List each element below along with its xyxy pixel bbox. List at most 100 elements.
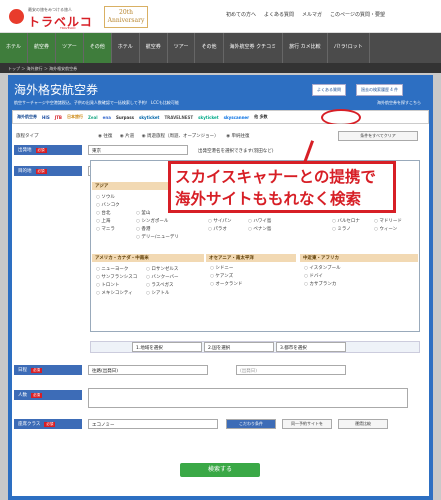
link-newsletter[interactable]: メルマガ — [302, 11, 322, 18]
right-link[interactable]: 海外航空券を探すこちら — [377, 100, 421, 106]
breadcrumb[interactable]: トップ ＞ 海外旅行 ＞ 海外格安航空券 — [0, 63, 441, 73]
city-losangeles[interactable]: ロサンゼルス — [146, 266, 202, 274]
history-button[interactable]: 過去の検索履歴 4 件 — [356, 84, 404, 96]
faq-button[interactable]: よくある質問 — [312, 84, 346, 96]
trip-oneway[interactable]: 片道 — [120, 133, 134, 139]
city-penang[interactable]: ペナン島 — [248, 226, 308, 234]
same-site-button[interactable]: 同一予約サイトを — [282, 419, 332, 429]
more-conditions-button[interactable]: こだわり条件 — [226, 419, 276, 429]
date-label: 日程 必須 — [14, 365, 82, 375]
partner-skyscanner: skyscanner — [223, 114, 250, 120]
city-toronto[interactable]: トロント — [96, 282, 148, 290]
city-sydney[interactable]: シドニー — [210, 265, 292, 273]
city-bangkok[interactable]: バンコク — [96, 202, 166, 210]
region-america-head[interactable]: アメリカ・カナダ・中南米 — [92, 254, 204, 262]
page-title: 海外格安航空券 — [14, 83, 99, 97]
passengers-label-text: 人数 — [18, 393, 27, 398]
city-sanfrancisco[interactable]: サンフランシスコ — [96, 274, 148, 282]
clear-button[interactable]: 条件をすべてクリア — [338, 131, 418, 141]
departure-input[interactable]: 東京 — [88, 145, 188, 155]
city-seoul[interactable]: ソウル — [96, 194, 166, 202]
outbound-date-input[interactable]: 往路(出発日) — [88, 365, 208, 375]
nav-reviews[interactable]: 海外航空券 クチコミ — [224, 33, 284, 63]
nav-air-domestic[interactable]: 航空券 — [28, 33, 57, 63]
passengers-selects[interactable] — [88, 388, 408, 408]
partner-travelnest: TRAVELNEST — [164, 114, 194, 120]
trip-roundtrip[interactable]: 往復 — [98, 133, 112, 139]
search-button[interactable]: 検索する — [180, 463, 260, 477]
seat-class-select[interactable]: エコノミー — [88, 419, 218, 429]
partner-label: 海外航空券 — [17, 114, 37, 119]
city-istanbul[interactable]: イスタンブール — [304, 265, 414, 273]
trip-multi[interactable]: 周遊旅程（周遊、オープンジョー） — [142, 133, 219, 139]
link-beginners[interactable]: 初めての方へ — [226, 11, 256, 18]
city-barcelona[interactable]: バルセロナ — [332, 218, 377, 226]
nav-other-intl[interactable]: その他 — [195, 33, 224, 63]
partner-skyticket2: skyticket — [198, 114, 219, 120]
link-feedback[interactable]: このページの質問・要望 — [330, 11, 385, 18]
city-newyork[interactable]: ニューヨーク — [96, 266, 148, 274]
city-casablanca[interactable]: カサブランカ — [304, 281, 414, 289]
area-select[interactable]: 1.地域を選択 — [132, 342, 202, 352]
city-delhi[interactable]: デリー/ニューデリ — [136, 234, 196, 242]
nav-tour-intl[interactable]: ツアー — [168, 33, 196, 63]
required-badge: 必須 — [31, 393, 42, 398]
city-lasvegas[interactable]: ラスベガス — [146, 282, 202, 290]
city-milan[interactable]: ミラノ — [332, 226, 377, 234]
page-subtitle: 航空サーチャージや空港諸税込、子供の出発人数確認で一括検索して予約！ LCCも比… — [14, 100, 179, 105]
partner-zeal: Zeal — [87, 114, 98, 120]
trip-type-options: 往復 片道 周遊旅程（周遊、オープンジョー） 単純往復 — [98, 133, 255, 139]
nav-air-intl[interactable]: 航空券 — [140, 33, 168, 63]
required-badge: 必須 — [35, 169, 47, 174]
city-vienna[interactable]: ウィーン — [374, 226, 419, 234]
america-col2: ロサンゼルス バンクーバー ラスベガス シアトル — [146, 266, 202, 298]
fare-compare-button[interactable]: 運賃比較 — [338, 419, 388, 429]
city-mexicocity[interactable]: メキシコシティ — [96, 290, 148, 298]
city-hongkong[interactable]: 香港 — [136, 226, 196, 234]
nav-hotel-intl[interactable]: ホテル — [112, 33, 140, 63]
region-oceania-head[interactable]: オセアニア・南太平洋 — [206, 254, 296, 262]
callout-line1: スカイスキャナーとの提携で — [175, 168, 376, 186]
city-seattle[interactable]: シアトル — [146, 290, 202, 298]
city-cairns[interactable]: ケアンズ — [210, 273, 292, 281]
destination-label-text: 目的地 — [18, 169, 32, 174]
partner-surpass: Surpass — [115, 114, 134, 120]
trip-type-label: 旅程タイプ — [16, 134, 39, 139]
city-hawaii[interactable]: ハワイ島 — [248, 218, 308, 226]
nav-lottery[interactable]: パ!ラ!ロット — [328, 33, 370, 63]
main-nav: ホテル 航空券 ツアー その他 ホテル 航空券 ツアー その他 海外航空券 クチ… — [0, 33, 441, 63]
partner-ena: ena — [102, 114, 111, 120]
nav-compare[interactable]: 旅行 カメ比較 — [283, 33, 328, 63]
partner-more: 他 多数 — [254, 114, 268, 119]
region-america: アメリカ・カナダ・中南米 — [92, 254, 204, 262]
passengers-label: 人数 必須 — [14, 390, 82, 400]
city-singapore[interactable]: シンガポール — [136, 218, 196, 226]
brand-sub: TRAVELKO — [60, 26, 76, 30]
city-select[interactable]: 3.都市を選択 — [276, 342, 346, 352]
anniversary-badge: 20th Anniversary — [104, 6, 148, 28]
city-auckland[interactable]: オークランド — [210, 281, 292, 289]
country-select[interactable]: 2.国を選択 — [204, 342, 274, 352]
nav-tour-domestic[interactable]: ツアー — [56, 33, 84, 63]
pacific-col2: ハワイ島 ペナン島 — [248, 218, 308, 234]
region-oceania: オセアニア・南太平洋 シドニー ケアンズ オークランド — [206, 254, 296, 292]
departure-label-text: 出発地 — [18, 148, 32, 153]
nav-hotel-domestic[interactable]: ホテル — [0, 33, 29, 63]
europe-col1: バルセロナ ミラノ — [332, 218, 377, 234]
seat-class-label: 座席クラス 必須 — [14, 419, 82, 429]
trip-simple[interactable]: 単純往復 — [226, 133, 249, 139]
nav-other-domestic[interactable]: その他 — [83, 33, 112, 63]
logo-icon[interactable] — [9, 9, 24, 24]
city-dubai[interactable]: ドバイ — [304, 273, 414, 281]
top-bar: 最安の旅をみつける旅人 トラベルコ TRAVELKO 20th Annivers… — [0, 0, 441, 33]
destination-label: 目的地 必須 — [14, 166, 82, 176]
city-vancouver[interactable]: バンクーバー — [146, 274, 202, 282]
partner-logos: 海外航空券 HIS JTB 日本旅行 Zeal ena Surpass skyt… — [12, 110, 429, 124]
departure-label: 出発地 必須 — [14, 145, 82, 155]
region-middle-east-head[interactable]: 中近東・アフリカ — [300, 254, 418, 262]
required-badge: 必須 — [35, 148, 47, 153]
return-date-input[interactable]: (出発日) — [236, 365, 346, 375]
city-madrid[interactable]: マドリード — [374, 218, 419, 226]
top-links: 初めての方へ よくある質問 メルマガ このページの質問・要望 — [226, 11, 385, 18]
link-faq[interactable]: よくある質問 — [264, 11, 294, 18]
